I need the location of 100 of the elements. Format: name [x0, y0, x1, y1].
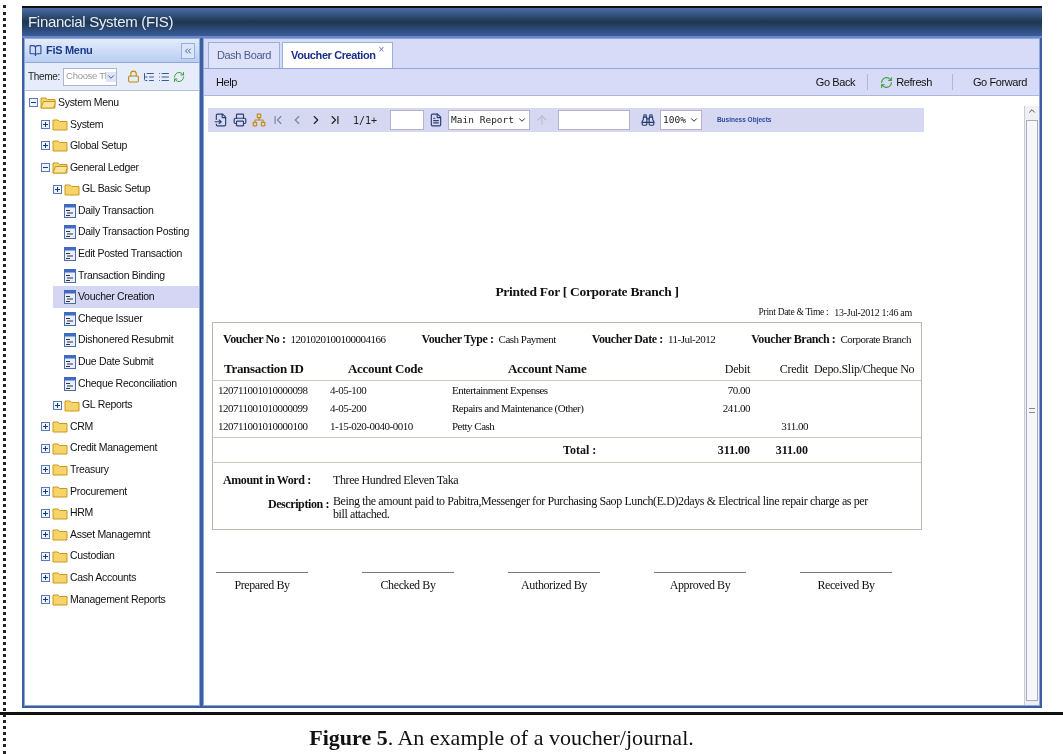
tree-item[interactable]: HRM	[41, 502, 199, 524]
column-header: Credit	[778, 361, 808, 379]
expand-icon[interactable]	[41, 508, 50, 518]
folder-icon	[52, 549, 68, 563]
tree-item[interactable]: Cash Accounts	[41, 567, 199, 589]
theme-label: Theme:	[28, 70, 61, 84]
tree-item[interactable]: Treasury	[41, 459, 199, 481]
table-cell-text: 120711001010000100	[218, 419, 309, 434]
expand-icon[interactable]	[41, 594, 50, 604]
tree-item[interactable]: Global Setup	[41, 135, 199, 157]
tree-item[interactable]: Transaction Binding	[53, 264, 199, 287]
tree-item[interactable]: Custodian	[41, 545, 199, 568]
table-cell-text: Repairs and Maintenance (Other)	[452, 401, 585, 416]
column-header: Debit	[723, 361, 750, 379]
print-date-label: Print Date & Time :	[758, 306, 829, 320]
export-icon[interactable]	[214, 113, 228, 127]
folder-icon	[52, 506, 68, 520]
expand-icon[interactable]	[41, 530, 50, 540]
tree-item[interactable]: Daily Transaction	[53, 199, 199, 222]
form-icon	[64, 376, 76, 391]
page-input[interactable]	[390, 110, 425, 130]
go-back-button[interactable]: Go Back	[815, 73, 856, 91]
dropdown-icon	[106, 71, 117, 82]
description-label: Description :	[266, 496, 329, 514]
tab[interactable]: Voucher Creation ×	[282, 42, 394, 68]
expand-icon[interactable]	[41, 551, 50, 561]
form-icon	[64, 354, 76, 369]
tree-item[interactable]: Asset Managemnt	[41, 523, 199, 546]
table-cell-text: 4-05-100	[330, 383, 368, 398]
list-icon[interactable]	[158, 70, 171, 83]
total-debit: 311.00	[716, 442, 750, 460]
last-page-icon[interactable]	[328, 113, 342, 127]
column-header: Transaction ID	[223, 359, 305, 378]
tree-item[interactable]: CRM	[41, 415, 199, 438]
expand-icon[interactable]	[41, 573, 50, 583]
close-icon[interactable]: ×	[378, 45, 385, 55]
form-icon	[64, 311, 76, 326]
collapse-icon[interactable]	[41, 163, 50, 173]
tree-item[interactable]: Dishonered Resubmit	[53, 329, 199, 352]
open-folder-icon	[52, 161, 68, 175]
column-header: Account Code	[347, 359, 424, 378]
tree-item[interactable]: Edit Posted Transaction	[53, 243, 199, 265]
search-icon[interactable]	[641, 113, 655, 127]
expand-icon[interactable]	[41, 465, 50, 475]
zoom-select[interactable]: 100%	[660, 110, 702, 130]
form-icon	[64, 203, 76, 218]
figure-caption: Figure 5. An example of a voucher/journal.	[309, 725, 695, 751]
form-icon	[64, 246, 76, 261]
search-field[interactable]	[558, 110, 630, 130]
help-menu[interactable]: Help	[216, 73, 238, 91]
table-cell-text: 4-05-200	[330, 401, 368, 416]
table-cell-text: 1-15-020-0040-0010	[330, 419, 414, 434]
voucher-field: Voucher Type : Cash Payment	[421, 330, 556, 349]
table-cell-text: 311.00	[780, 419, 808, 434]
tree-item[interactable]: System Menu	[29, 92, 199, 114]
collapse-icon[interactable]	[29, 98, 38, 108]
folder-icon	[52, 441, 68, 455]
tree-item[interactable]: GL Reports	[53, 394, 199, 416]
signature-line: Checked By	[362, 572, 454, 595]
refresh-button[interactable]: Refresh	[880, 73, 932, 91]
expand-icon[interactable]	[41, 487, 50, 496]
scroll-thumb[interactable]	[1026, 120, 1038, 701]
tree-item[interactable]: General Ledger	[41, 156, 199, 179]
tab[interactable]: Dash Board	[208, 42, 281, 68]
tree-item[interactable]: Procurement	[41, 480, 199, 503]
table-cell-text: Entertainment Expenses	[452, 383, 549, 398]
go-forward-button[interactable]: Go Forward	[972, 73, 1027, 91]
tree-item[interactable]: GL Basic Setup	[53, 178, 199, 200]
scroll-up-icon[interactable]	[1027, 106, 1037, 116]
table-cell-text: 70.00	[726, 383, 750, 398]
tree-item[interactable]: Voucher Creation	[53, 286, 199, 308]
tree-item[interactable]: Management Reports	[41, 588, 199, 611]
tree-item[interactable]: Cheque Issuer	[53, 307, 199, 330]
print-icon[interactable]	[233, 113, 247, 127]
folder-icon	[52, 485, 68, 498]
expand-icon[interactable]	[53, 400, 62, 410]
expand-icon[interactable]	[41, 141, 50, 151]
refresh-icon	[880, 75, 894, 89]
expand-icon[interactable]	[53, 184, 62, 194]
tree-item[interactable]: Credit Management	[41, 437, 199, 460]
tree-item[interactable]: System	[41, 113, 199, 136]
folder-icon	[52, 463, 68, 477]
tree-item[interactable]: Daily Transaction Posting	[53, 221, 199, 244]
table-cell-text: 120711001010000098	[218, 383, 309, 398]
expand-icon[interactable]	[41, 119, 50, 129]
refresh-icon[interactable]	[173, 70, 186, 83]
tree-item[interactable]: Due Date Submit	[53, 351, 199, 373]
tree-expand-icon[interactable]	[143, 70, 156, 83]
collapse-icon	[183, 45, 193, 56]
signature-line: Authorized By	[508, 572, 600, 595]
scrollbar[interactable]	[1024, 106, 1039, 705]
window-title: Financial System (FIS)	[28, 11, 174, 32]
report-select[interactable]: Main Report	[448, 110, 530, 130]
voucher-field: Voucher No : 1201020100100004166	[223, 330, 386, 349]
amount-label: Amount in Word :	[223, 472, 312, 490]
go-to-page-icon[interactable]	[429, 113, 444, 127]
expand-icon[interactable]	[41, 443, 50, 453]
table-cell-text: Petty Cash	[452, 419, 496, 434]
tree-item[interactable]: Cheque Reconciliation	[53, 372, 199, 395]
expand-icon[interactable]	[41, 422, 50, 432]
